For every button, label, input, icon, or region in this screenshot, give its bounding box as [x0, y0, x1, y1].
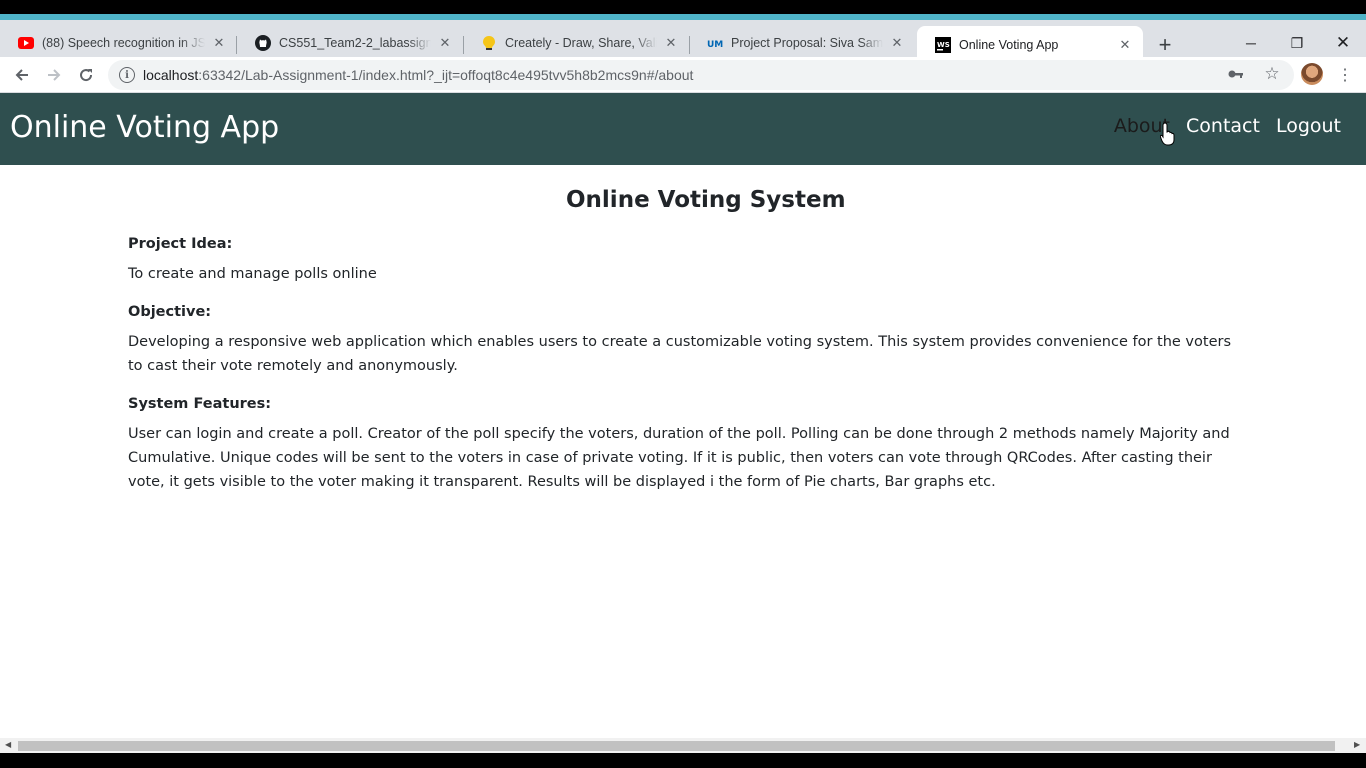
tab-title: CS551_Team2-2_labassignmen [279, 36, 431, 50]
url-text: localhost:63342/Lab-Assignment-1/index.h… [143, 67, 694, 83]
about-content: Project Idea: To create and manage polls… [128, 236, 1248, 512]
creately-icon [481, 35, 497, 51]
new-tab-icon[interactable]: + [1154, 32, 1176, 57]
scroll-left-icon[interactable]: ◀ [5, 740, 11, 749]
tab-title: Creately - Draw, Share, Validat [505, 36, 657, 50]
minimize-icon[interactable]: ─ [1228, 34, 1274, 52]
scrollbar-thumb[interactable] [18, 741, 1335, 751]
svg-text:UMC: UMC [707, 40, 723, 50]
address-bar[interactable]: i localhost:63342/Lab-Assignment-1/index… [108, 60, 1294, 90]
umkc-icon: UMC [707, 35, 723, 51]
tab-github[interactable]: CS551_Team2-2_labassignmen ✕ [237, 28, 463, 58]
tab-title: Online Voting App [959, 37, 1059, 52]
back-icon[interactable] [10, 63, 34, 87]
profile-avatar[interactable] [1301, 63, 1323, 85]
page-title: Online Voting System [566, 187, 846, 213]
close-tab-icon[interactable]: ✕ [211, 35, 227, 51]
close-window-icon[interactable]: ✕ [1320, 33, 1366, 52]
webstorm-icon: WS [935, 36, 951, 53]
svg-text:WS: WS [937, 41, 950, 49]
tab-project-proposal[interactable]: UMC Project Proposal: Siva Sameer ✕ [689, 28, 915, 58]
brand-title[interactable]: Online Voting App [10, 110, 279, 145]
section-heading-project-idea: Project Idea: [128, 236, 233, 252]
section-heading-objective: Objective: [128, 304, 212, 320]
screen-bottom-border [0, 753, 1366, 768]
close-tab-icon[interactable]: ✕ [663, 35, 679, 51]
youtube-icon [18, 35, 34, 51]
restore-icon[interactable]: ❐ [1274, 34, 1320, 52]
tab-creately[interactable]: Creately - Draw, Share, Validat ✕ [463, 28, 689, 58]
tab-title: Project Proposal: Siva Sameer [731, 36, 883, 50]
close-tab-icon[interactable]: ✕ [1117, 37, 1133, 53]
section-heading-system-features: System Features: [128, 396, 272, 412]
bookmark-star-icon[interactable]: ☆ [1263, 64, 1281, 83]
menu-kebab-icon[interactable]: ⋮ [1337, 65, 1353, 85]
tab-youtube[interactable]: (88) Speech recognition in JS | ✕ [0, 28, 237, 58]
tab-strip: (88) Speech recognition in JS | ✕ CS551_… [0, 14, 1366, 63]
reload-icon[interactable] [74, 63, 98, 87]
close-tab-icon[interactable]: ✕ [437, 35, 453, 51]
hand-cursor-icon [1160, 122, 1175, 146]
horizontal-scrollbar[interactable]: ◀ ▶ [0, 738, 1366, 753]
tab-title: (88) Speech recognition in JS | [42, 36, 205, 50]
nav-contact-link[interactable]: Contact [1186, 115, 1260, 137]
nav-links: About Contact Logout [1114, 115, 1341, 137]
password-key-icon[interactable] [1227, 65, 1245, 83]
scroll-right-icon[interactable]: ▶ [1354, 740, 1360, 749]
section-text-project-idea: To create and manage polls online [128, 266, 377, 282]
section-text-objective: Developing a responsive web application … [128, 334, 1232, 374]
forward-icon[interactable] [42, 63, 66, 87]
browser-toolbar: i localhost:63342/Lab-Assignment-1/index… [0, 57, 1366, 93]
github-icon [255, 35, 271, 51]
screen-top-border [0, 0, 1366, 14]
section-text-system-features: User can login and create a poll. Creato… [128, 426, 1230, 490]
close-tab-icon[interactable]: ✕ [889, 35, 905, 51]
site-info-icon[interactable]: i [119, 67, 135, 83]
nav-logout-link[interactable]: Logout [1276, 115, 1341, 137]
